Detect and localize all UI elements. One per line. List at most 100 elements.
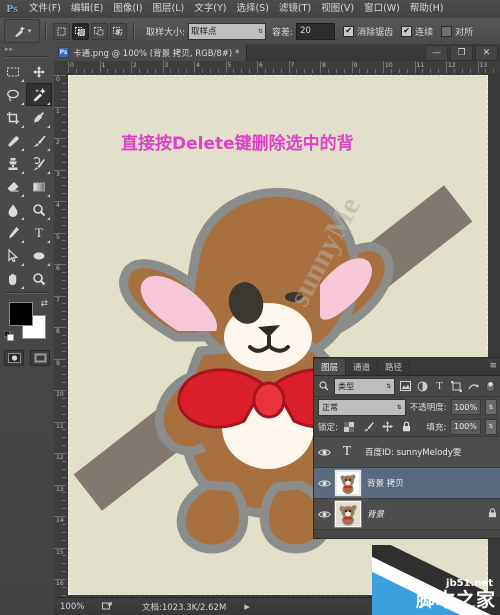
shape-filter-icon[interactable] [450,378,464,394]
layer-visibility-toggle[interactable] [314,510,334,519]
quick-mask-button[interactable] [4,350,24,366]
tool-lasso[interactable] [0,83,26,106]
antialias-checkbox[interactable]: ✔ [343,25,355,37]
ruler-tick-label: 8 [322,62,326,69]
antialias-checkbox-wrap[interactable]: ✔ 消除锯齿 [343,25,393,38]
menu-filter[interactable]: 滤镜(T) [274,0,316,18]
layer-row-background-copy[interactable]: 背景 拷贝 [314,468,500,499]
active-tool-preset[interactable]: ▾ [4,19,40,43]
tool-healing-brush[interactable] [0,129,26,152]
layer-row-background[interactable]: 背景 [314,499,500,530]
screen-mode-button[interactable] [30,350,50,366]
layer-visibility-toggle[interactable] [314,448,334,457]
tool-brush[interactable] [26,129,52,152]
tool-flyout-corner [21,148,24,151]
fill-value[interactable]: 100% [450,418,481,435]
tolerance-input[interactable]: 20 [296,22,336,40]
document-tab[interactable]: Ps 卡通.png @ 100% (背景 拷贝, RGB/8#) * [54,44,248,61]
tab-layers[interactable]: 图层 [314,359,347,375]
type-tool-icon: T [35,224,43,240]
ruler-tick [225,61,227,73]
close-button[interactable]: ✕ [475,45,498,61]
selection-mode-intersect[interactable] [110,22,127,40]
menu-view[interactable]: 视图(V) [316,0,359,18]
type-filter-icon[interactable]: T [432,378,446,394]
tool-palette-grip[interactable]: ▸▸ [0,44,54,54]
contiguous-checkbox-wrap[interactable]: ✔ 连续 [401,25,433,38]
ruler-tick [477,61,479,73]
menu-help[interactable]: 帮助(H) [405,0,449,18]
tool-eraser[interactable] [0,175,26,198]
tool-eyedropper[interactable] [26,106,52,129]
layer-row-text[interactable]: T 百度ID: sunnyMelody雯 [314,437,500,468]
layer-thumbnail[interactable] [334,469,362,497]
lock-transparency-icon[interactable] [342,419,357,435]
menu-image[interactable]: 图像(I) [108,0,147,18]
maximize-button[interactable]: ❐ [450,45,473,61]
lock-image-icon[interactable] [361,419,376,435]
blend-mode-select[interactable]: 正常 ⇅ [318,398,406,416]
ruler-tick-label: 9 [353,62,358,69]
layer-visibility-toggle[interactable] [314,479,334,488]
search-icon[interactable] [317,378,331,394]
fill-stepper[interactable]: ⇅ [484,418,497,435]
tool-blur[interactable] [0,198,26,221]
menu-type[interactable]: 文字(Y) [189,0,231,18]
ruler-tick [257,61,258,73]
tool-move[interactable] [26,60,52,83]
shape-bounds-icon [451,380,463,392]
crop-tool-icon [7,111,19,124]
pixel-filter-icon[interactable] [398,378,412,394]
tool-preset-arrow[interactable]: ▾ [28,27,32,35]
selection-mode-add[interactable] [72,22,89,40]
tool-history-brush[interactable] [26,152,52,175]
tool-gradient[interactable] [26,175,52,198]
tool-marquee[interactable] [0,60,26,83]
all-layers-checkbox[interactable] [441,25,453,37]
swap-colors-icon[interactable]: ⇄ [40,299,48,309]
menu-select[interactable]: 选择(S) [231,0,273,18]
opacity-stepper[interactable]: ⇅ [484,399,497,415]
layer-filter-row: 类型 ⇅ T [314,376,500,397]
lock-position-icon[interactable] [380,419,395,435]
share-icon[interactable] [102,601,116,612]
tab-paths[interactable]: 路径 [378,359,411,375]
smart-object-filter-icon[interactable] [467,378,481,394]
menu-window[interactable]: 窗口(W) [359,0,405,18]
tool-path-selection[interactable] [0,244,26,267]
foreground-color-swatch[interactable] [9,302,33,326]
tool-flyout-corner [21,171,24,174]
zoom-level[interactable]: 100% [54,602,102,612]
menu-layer[interactable]: 图层(L) [148,0,190,18]
tool-pen[interactable] [0,221,26,244]
filter-toggle-icon[interactable] [484,378,498,394]
layer-thumbnail[interactable] [334,500,362,528]
sample-size-select[interactable]: 取样点 ⇅ [188,22,267,40]
tool-clone-stamp[interactable] [0,152,26,175]
tool-zoom[interactable] [26,267,52,290]
tool-magic-wand[interactable] [26,83,52,106]
menu-bar: Ps 文件(F) 编辑(E) 图像(I) 图层(L) 文字(Y) 选择(S) 滤… [0,0,500,19]
status-expand-arrow[interactable]: ▶ [244,603,249,611]
tool-type[interactable]: T [26,221,52,244]
blend-opacity-row: 正常 ⇅ 不透明度: 100% ⇅ [314,397,500,417]
menu-file[interactable]: 文件(F) [24,0,66,18]
tool-dodge[interactable] [26,198,52,221]
minimize-button[interactable]: — [425,45,448,61]
default-colors-icon[interactable] [4,331,14,341]
selection-mode-new[interactable] [53,22,70,40]
tab-channels[interactable]: 通道 [346,359,379,375]
menu-edit[interactable]: 编辑(E) [66,0,108,18]
layer-kind-select[interactable]: 类型 ⇅ [334,377,396,395]
lock-all-icon[interactable] [399,419,414,435]
panel-menu-icon[interactable]: ≡ [489,361,497,371]
tool-hand[interactable] [0,267,26,290]
tool-crop[interactable] [0,106,26,129]
opacity-value[interactable]: 100% [450,399,481,415]
all-layers-checkbox-wrap[interactable]: 对所 [441,25,473,38]
tool-shape[interactable] [26,244,52,267]
contiguous-checkbox[interactable]: ✔ [401,25,413,37]
adjustment-filter-icon[interactable] [415,378,429,394]
selection-mode-subtract[interactable] [91,22,108,40]
tool-divider-1 [5,292,49,294]
